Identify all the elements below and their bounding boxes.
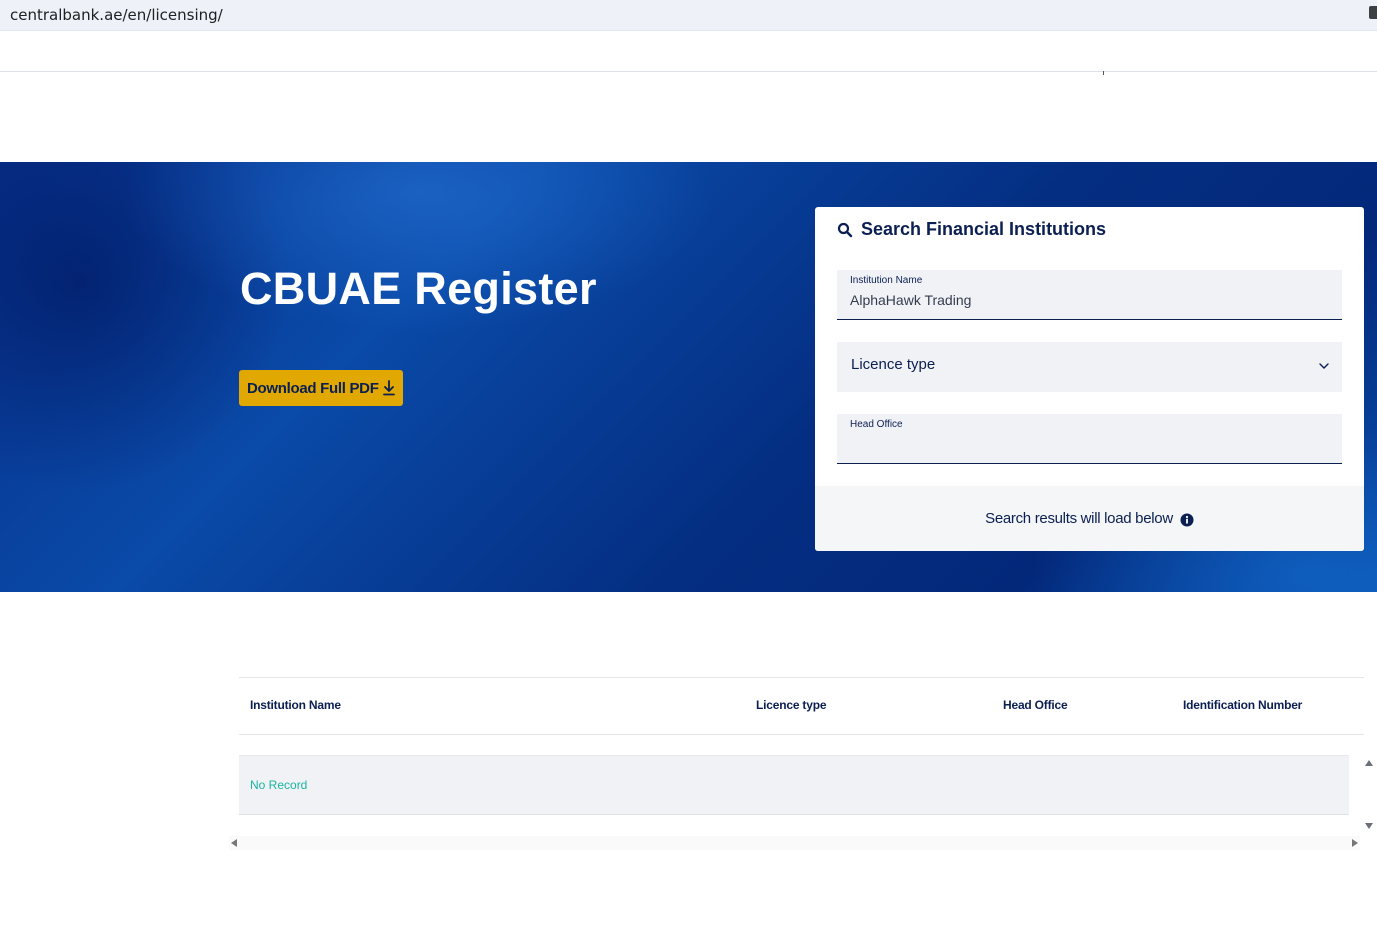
download-icon [383, 380, 395, 396]
nav-divider [1103, 71, 1104, 75]
download-pdf-label: Download Full PDF [247, 379, 379, 397]
licence-type-select[interactable]: Licence type [837, 342, 1342, 392]
extension-icon[interactable] [1369, 6, 1377, 19]
column-identification-number[interactable]: Identification Number [1183, 698, 1302, 712]
search-results-note: Search results will load below [985, 510, 1173, 527]
search-card-footer: Search results will load below [815, 486, 1364, 551]
chevron-down-icon [1319, 363, 1329, 369]
scroll-left-arrow[interactable] [231, 839, 237, 847]
table-header: Institution Name Licence type Head Offic… [239, 677, 1364, 735]
institution-name-label: Institution Name [850, 275, 923, 286]
column-licence-type[interactable]: Licence type [756, 698, 827, 712]
column-head-office[interactable]: Head Office [1003, 698, 1068, 712]
scroll-up-arrow[interactable] [1365, 760, 1373, 766]
head-office-label: Head Office [850, 419, 903, 430]
scroll-right-arrow[interactable] [1352, 839, 1358, 847]
column-institution-name[interactable]: Institution Name [250, 698, 341, 712]
search-card-title-text: Search Financial Institutions [861, 219, 1107, 239]
head-office-input[interactable] [850, 434, 1320, 454]
url-text[interactable]: centralbank.ae/en/licensing/ [10, 6, 223, 24]
no-record-text: No Record [250, 778, 308, 792]
info-icon[interactable] [1180, 513, 1194, 527]
institution-name-field[interactable]: Institution Name [837, 270, 1342, 320]
page-title: CBUAE Register [240, 263, 597, 314]
licence-type-selected: Licence type [851, 356, 936, 373]
institution-name-input[interactable] [850, 290, 1320, 310]
browser-address-bar[interactable]: centralbank.ae/en/licensing/ [0, 0, 1377, 31]
search-card: Search Financial Institutions Institutio… [815, 207, 1364, 551]
site-top-nav [0, 31, 1377, 72]
download-pdf-button[interactable]: Download Full PDF [239, 370, 403, 406]
head-office-field[interactable]: Head Office [837, 414, 1342, 464]
scroll-down-arrow[interactable] [1365, 823, 1373, 829]
table-row: No Record [239, 755, 1349, 815]
search-card-title: Search Financial Institutions [837, 219, 1106, 240]
search-icon [837, 222, 853, 237]
horizontal-scrollbar[interactable] [229, 836, 1360, 850]
